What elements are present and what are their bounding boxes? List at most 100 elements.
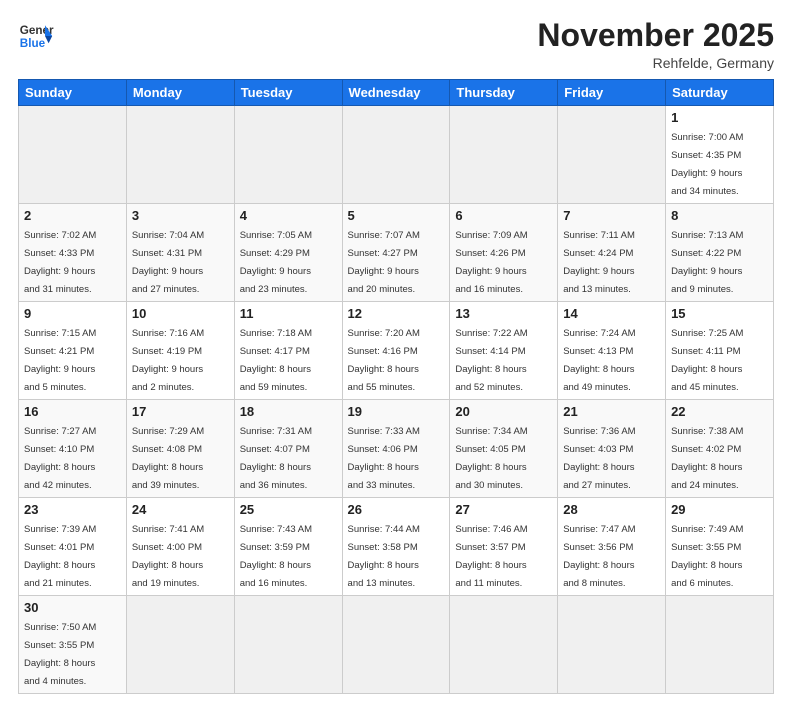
day-cell: 5 Sunrise: 7:07 AMSunset: 4:27 PMDaylight… <box>342 204 450 302</box>
day-info: Sunrise: 7:41 AMSunset: 4:00 PMDaylight:… <box>132 524 204 589</box>
day-cell <box>450 596 558 694</box>
day-info: Sunrise: 7:27 AMSunset: 4:10 PMDaylight:… <box>24 426 96 491</box>
day-info: Sunrise: 7:15 AMSunset: 4:21 PMDaylight:… <box>24 328 96 393</box>
logo: General Blue <box>18 18 54 54</box>
day-number: 19 <box>348 404 445 419</box>
day-cell: 13 Sunrise: 7:22 AMSunset: 4:14 PMDayligh… <box>450 302 558 400</box>
day-number: 9 <box>24 306 121 321</box>
day-cell: 20 Sunrise: 7:34 AMSunset: 4:05 PMDayligh… <box>450 400 558 498</box>
day-cell: 11 Sunrise: 7:18 AMSunset: 4:17 PMDayligh… <box>234 302 342 400</box>
weekday-header-thursday: Thursday <box>450 80 558 106</box>
day-cell <box>126 106 234 204</box>
day-number: 4 <box>240 208 337 223</box>
day-number: 21 <box>563 404 660 419</box>
day-number: 12 <box>348 306 445 321</box>
day-number: 10 <box>132 306 229 321</box>
day-info: Sunrise: 7:25 AMSunset: 4:11 PMDaylight:… <box>671 328 743 393</box>
day-info: Sunrise: 7:07 AMSunset: 4:27 PMDaylight:… <box>348 230 420 295</box>
day-number: 26 <box>348 502 445 517</box>
day-number: 24 <box>132 502 229 517</box>
week-row-5: 23Sunrise: 7:39 AMSunset: 4:01 PMDayligh… <box>19 498 774 596</box>
weekday-header-wednesday: Wednesday <box>342 80 450 106</box>
day-info: Sunrise: 7:24 AMSunset: 4:13 PMDaylight:… <box>563 328 635 393</box>
day-cell <box>666 596 774 694</box>
day-info: Sunrise: 7:36 AMSunset: 4:03 PMDaylight:… <box>563 426 635 491</box>
day-info: Sunrise: 7:29 AMSunset: 4:08 PMDaylight:… <box>132 426 204 491</box>
day-cell: 28Sunrise: 7:47 AMSunset: 3:56 PMDayligh… <box>558 498 666 596</box>
day-cell <box>234 596 342 694</box>
day-number: 8 <box>671 208 768 223</box>
day-cell: 12Sunrise: 7:20 AMSunset: 4:16 PMDayligh… <box>342 302 450 400</box>
day-cell: 14Sunrise: 7:24 AMSunset: 4:13 PMDayligh… <box>558 302 666 400</box>
day-info: Sunrise: 7:13 AMSunset: 4:22 PMDaylight:… <box>671 230 743 295</box>
weekday-header-monday: Monday <box>126 80 234 106</box>
weekday-header-saturday: Saturday <box>666 80 774 106</box>
day-info: Sunrise: 7:33 AMSunset: 4:06 PMDaylight:… <box>348 426 420 491</box>
day-cell: 18Sunrise: 7:31 AMSunset: 4:07 PMDayligh… <box>234 400 342 498</box>
day-cell: 1 Sunrise: 7:00 AMSunset: 4:35 PMDaylight… <box>666 106 774 204</box>
day-cell <box>234 106 342 204</box>
day-cell: 25 Sunrise: 7:43 AMSunset: 3:59 PMDayligh… <box>234 498 342 596</box>
day-info: Sunrise: 7:49 AMSunset: 3:55 PMDaylight:… <box>671 524 743 589</box>
day-info: Sunrise: 7:00 AMSunset: 4:35 PMDaylight:… <box>671 132 743 197</box>
day-cell: 6Sunrise: 7:09 AMSunset: 4:26 PMDaylight… <box>450 204 558 302</box>
day-number: 15 <box>671 306 768 321</box>
day-number: 22 <box>671 404 768 419</box>
day-cell <box>558 596 666 694</box>
day-cell: 9 Sunrise: 7:15 AMSunset: 4:21 PMDaylight… <box>19 302 127 400</box>
day-info: Sunrise: 7:18 AMSunset: 4:17 PMDaylight:… <box>240 328 312 393</box>
day-cell: 10 Sunrise: 7:16 AMSunset: 4:19 PMDayligh… <box>126 302 234 400</box>
day-info: Sunrise: 7:11 AMSunset: 4:24 PMDaylight:… <box>563 230 635 295</box>
day-info: Sunrise: 7:34 AMSunset: 4:05 PMDaylight:… <box>455 426 527 491</box>
day-cell: 26 Sunrise: 7:44 AMSunset: 3:58 PMDayligh… <box>342 498 450 596</box>
day-number: 29 <box>671 502 768 517</box>
day-cell: 3 Sunrise: 7:04 AMSunset: 4:31 PMDaylight… <box>126 204 234 302</box>
day-info: Sunrise: 7:50 AMSunset: 3:55 PMDaylight:… <box>24 622 96 687</box>
day-cell: 29 Sunrise: 7:49 AMSunset: 3:55 PMDayligh… <box>666 498 774 596</box>
day-cell: 17Sunrise: 7:29 AMSunset: 4:08 PMDayligh… <box>126 400 234 498</box>
weekday-header-row: SundayMondayTuesdayWednesdayThursdayFrid… <box>19 80 774 106</box>
day-cell: 27 Sunrise: 7:46 AMSunset: 3:57 PMDayligh… <box>450 498 558 596</box>
day-number: 30 <box>24 600 121 615</box>
day-cell: 8 Sunrise: 7:13 AMSunset: 4:22 PMDaylight… <box>666 204 774 302</box>
day-info: Sunrise: 7:44 AMSunset: 3:58 PMDaylight:… <box>348 524 420 589</box>
svg-text:Blue: Blue <box>20 37 46 50</box>
weekday-header-sunday: Sunday <box>19 80 127 106</box>
day-cell: 15 Sunrise: 7:25 AMSunset: 4:11 PMDayligh… <box>666 302 774 400</box>
day-info: Sunrise: 7:16 AMSunset: 4:19 PMDaylight:… <box>132 328 204 393</box>
day-number: 6 <box>455 208 552 223</box>
day-cell <box>126 596 234 694</box>
day-cell <box>342 596 450 694</box>
day-number: 5 <box>348 208 445 223</box>
day-cell: 24 Sunrise: 7:41 AMSunset: 4:00 PMDayligh… <box>126 498 234 596</box>
day-number: 20 <box>455 404 552 419</box>
day-number: 11 <box>240 306 337 321</box>
calendar-table: SundayMondayTuesdayWednesdayThursdayFrid… <box>18 79 774 694</box>
day-number: 13 <box>455 306 552 321</box>
day-info: Sunrise: 7:31 AMSunset: 4:07 PMDaylight:… <box>240 426 312 491</box>
day-info: Sunrise: 7:04 AMSunset: 4:31 PMDaylight:… <box>132 230 204 295</box>
day-cell: 16Sunrise: 7:27 AMSunset: 4:10 PMDayligh… <box>19 400 127 498</box>
week-row-6: 30 Sunrise: 7:50 AMSunset: 3:55 PMDayligh… <box>19 596 774 694</box>
weekday-header-friday: Friday <box>558 80 666 106</box>
day-number: 1 <box>671 110 768 125</box>
day-cell <box>19 106 127 204</box>
day-number: 28 <box>563 502 660 517</box>
day-info: Sunrise: 7:43 AMSunset: 3:59 PMDaylight:… <box>240 524 312 589</box>
day-number: 25 <box>240 502 337 517</box>
day-number: 3 <box>132 208 229 223</box>
day-number: 2 <box>24 208 121 223</box>
week-row-3: 9 Sunrise: 7:15 AMSunset: 4:21 PMDaylight… <box>19 302 774 400</box>
day-cell: 30 Sunrise: 7:50 AMSunset: 3:55 PMDayligh… <box>19 596 127 694</box>
day-info: Sunrise: 7:22 AMSunset: 4:14 PMDaylight:… <box>455 328 527 393</box>
day-number: 23 <box>24 502 121 517</box>
logo-icon: General Blue <box>18 18 54 54</box>
week-row-4: 16Sunrise: 7:27 AMSunset: 4:10 PMDayligh… <box>19 400 774 498</box>
day-info: Sunrise: 7:46 AMSunset: 3:57 PMDaylight:… <box>455 524 527 589</box>
day-number: 7 <box>563 208 660 223</box>
week-row-2: 2Sunrise: 7:02 AMSunset: 4:33 PMDaylight… <box>19 204 774 302</box>
weekday-header-tuesday: Tuesday <box>234 80 342 106</box>
title-block: November 2025 Rehfelde, Germany <box>537 18 774 71</box>
day-cell: 22Sunrise: 7:38 AMSunset: 4:02 PMDayligh… <box>666 400 774 498</box>
day-number: 27 <box>455 502 552 517</box>
